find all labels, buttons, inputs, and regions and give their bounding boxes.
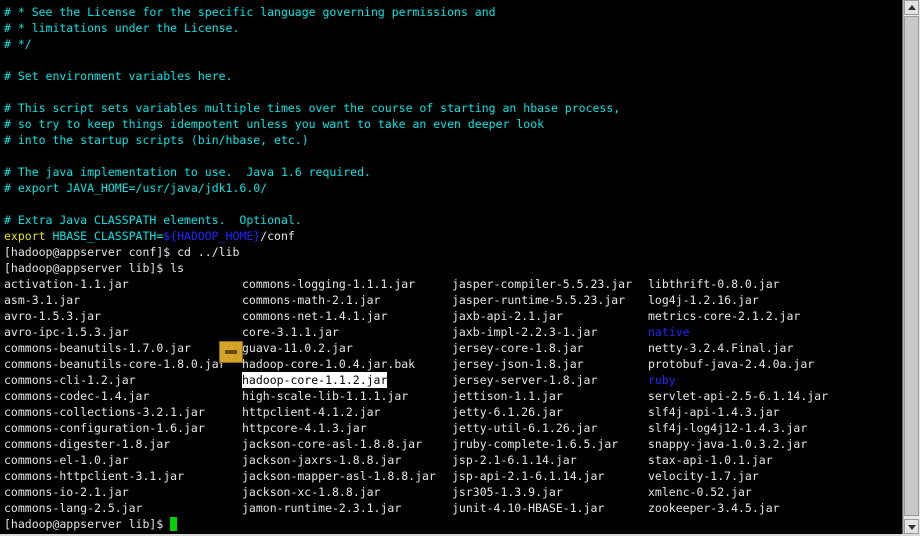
file-drag-icon[interactable] — [219, 341, 243, 363]
file-entry: commons-digester-1.8.jar — [4, 437, 171, 451]
file-entry: commons-lang-2.5.jar — [4, 501, 143, 515]
scroll-down-arrow-icon — [908, 525, 916, 530]
scroll-down-button[interactable] — [904, 519, 919, 534]
file-entry: jersey-core-1.8.jar — [452, 341, 584, 355]
file-entry: jetty-6.1.26.jar — [452, 405, 563, 419]
file-entry: jsr305-1.3.9.jar — [452, 485, 563, 499]
terminal-window[interactable]: # * See the License for the specific lan… — [0, 0, 903, 534]
directory-entry: native — [648, 325, 690, 339]
file-entry: jetty-util-6.1.26.jar — [452, 421, 598, 435]
file-entry: jackson-jaxrs-1.8.8.jar — [242, 453, 402, 467]
file-entry: jettison-1.1.jar — [452, 389, 563, 403]
file-entry: httpclient-4.1.2.jar — [242, 405, 381, 419]
final-prompt[interactable]: [hadoop@appserver lib]$ — [4, 516, 178, 532]
file-entry: jackson-mapper-asl-1.8.8.jar — [242, 469, 436, 483]
file-entry: jackson-core-asl-1.8.8.jar — [242, 437, 423, 451]
directory-entry: ruby — [648, 373, 676, 387]
scroll-up-arrow-icon — [908, 5, 916, 10]
file-entry: hadoop-core-1.0.4.jar.bak — [242, 357, 416, 371]
comment-line: # The java implementation to use. Java 1… — [4, 165, 371, 179]
comment-line: # This script sets variables multiple ti… — [4, 101, 621, 115]
file-entry: httpcore-4.1.3.jar — [242, 421, 367, 435]
vertical-scrollbar[interactable] — [903, 0, 920, 534]
file-entry: slf4j-api-1.4.3.jar — [648, 405, 780, 419]
file-entry: asm-3.1.jar — [4, 293, 81, 307]
file-entry: xmlenc-0.52.jar — [648, 485, 752, 499]
comment-line: # Set environment variables here. — [4, 69, 233, 83]
export-suffix: /conf — [260, 229, 295, 243]
text-cursor — [170, 517, 178, 531]
file-entry: commons-el-1.0.jar — [4, 453, 129, 467]
file-entry: junit-4.10-HBASE-1.jar — [452, 501, 605, 515]
file-entry: avro-1.5.3.jar — [4, 309, 101, 323]
file-entry: avro-ipc-1.5.3.jar — [4, 325, 129, 339]
file-entry[interactable]: hadoop-core-1.1.2.jar — [242, 372, 388, 388]
comment-line: # * limitations under the License. — [4, 21, 240, 35]
file-entry: high-scale-lib-1.1.1.jar — [242, 389, 409, 403]
comment-line: # into the startup scripts (bin/hbase, e… — [4, 133, 309, 147]
command-cd: [hadoop@appserver conf]$ cd ../lib — [4, 245, 240, 259]
file-entry: commons-collections-3.2.1.jar — [4, 405, 205, 419]
comment-line: # Extra Java CLASSPATH elements. Optiona… — [4, 213, 302, 227]
file-entry: jamon-runtime-2.3.1.jar — [242, 501, 402, 515]
export-reference: ${HADOOP_HOME} — [163, 229, 261, 243]
file-entry: commons-beanutils-core-1.8.0.jar — [4, 357, 226, 371]
file-entry: jersey-server-1.8.jar — [452, 373, 598, 387]
file-entry: jaxb-impl-2.2.3-1.jar — [452, 325, 598, 339]
file-entry: commons-cli-1.2.jar — [4, 373, 136, 387]
file-entry: stax-api-1.0.1.jar — [648, 453, 773, 467]
file-entry: commons-logging-1.1.1.jar — [242, 277, 416, 291]
file-entry: core-3.1.1.jar — [242, 325, 339, 339]
file-entry: commons-httpclient-3.1.jar — [4, 469, 185, 483]
file-entry: guava-11.0.2.jar — [242, 341, 353, 355]
file-entry: jaxb-api-2.1.jar — [452, 309, 563, 323]
scroll-up-button[interactable] — [904, 0, 919, 15]
comment-line: # */ — [4, 37, 32, 51]
prompt-text: [hadoop@appserver lib]$ — [4, 517, 171, 531]
file-entry: protobuf-java-2.4.0a.jar — [648, 357, 815, 371]
file-entry: metrics-core-2.1.2.jar — [648, 309, 801, 323]
export-variable: HBASE_CLASSPATH= — [45, 229, 164, 243]
file-entry: log4j-1.2.16.jar — [648, 293, 759, 307]
file-entry: jruby-complete-1.6.5.jar — [452, 437, 619, 451]
file-entry: jasper-compiler-5.5.23.jar — [452, 277, 633, 291]
file-entry: netty-3.2.4.Final.jar — [648, 341, 794, 355]
file-entry: commons-beanutils-1.7.0.jar — [4, 341, 191, 355]
file-entry: libthrift-0.8.0.jar — [648, 277, 780, 291]
file-entry: jasper-runtime-5.5.23.jar — [452, 293, 626, 307]
comment-line: # export JAVA_HOME=/usr/java/jdk1.6.0/ — [4, 181, 268, 195]
file-entry: activation-1.1.jar — [4, 277, 129, 291]
export-line: export HBASE_CLASSPATH=${HADOOP_HOME}/co… — [4, 228, 295, 244]
file-entry: jackson-xc-1.8.8.jar — [242, 485, 381, 499]
file-entry: zookeeper-3.4.5.jar — [648, 501, 780, 515]
file-entry: jsp-2.1-6.1.14.jar — [452, 453, 577, 467]
file-entry: servlet-api-2.5-6.1.14.jar — [648, 389, 829, 403]
comment-line: # so try to keep things idempotent unles… — [4, 117, 545, 131]
scroll-thumb[interactable] — [904, 16, 919, 516]
comment-line: # * See the License for the specific lan… — [4, 5, 496, 19]
file-entry: velocity-1.7.jar — [648, 469, 759, 483]
command-ls: [hadoop@appserver lib]$ ls — [4, 261, 185, 275]
file-entry: commons-math-2.1.jar — [242, 293, 381, 307]
file-entry: snappy-java-1.0.3.2.jar — [648, 437, 808, 451]
file-entry: jsp-api-2.1-6.1.14.jar — [452, 469, 605, 483]
export-keyword: export — [4, 229, 46, 243]
file-entry: commons-codec-1.4.jar — [4, 389, 150, 403]
file-entry: jersey-json-1.8.jar — [452, 357, 584, 371]
file-entry: commons-configuration-1.6.jar — [4, 421, 205, 435]
file-entry: slf4j-log4j12-1.4.3.jar — [648, 421, 808, 435]
file-entry: commons-net-1.4.1.jar — [242, 309, 388, 323]
file-entry: commons-io-2.1.jar — [4, 485, 129, 499]
